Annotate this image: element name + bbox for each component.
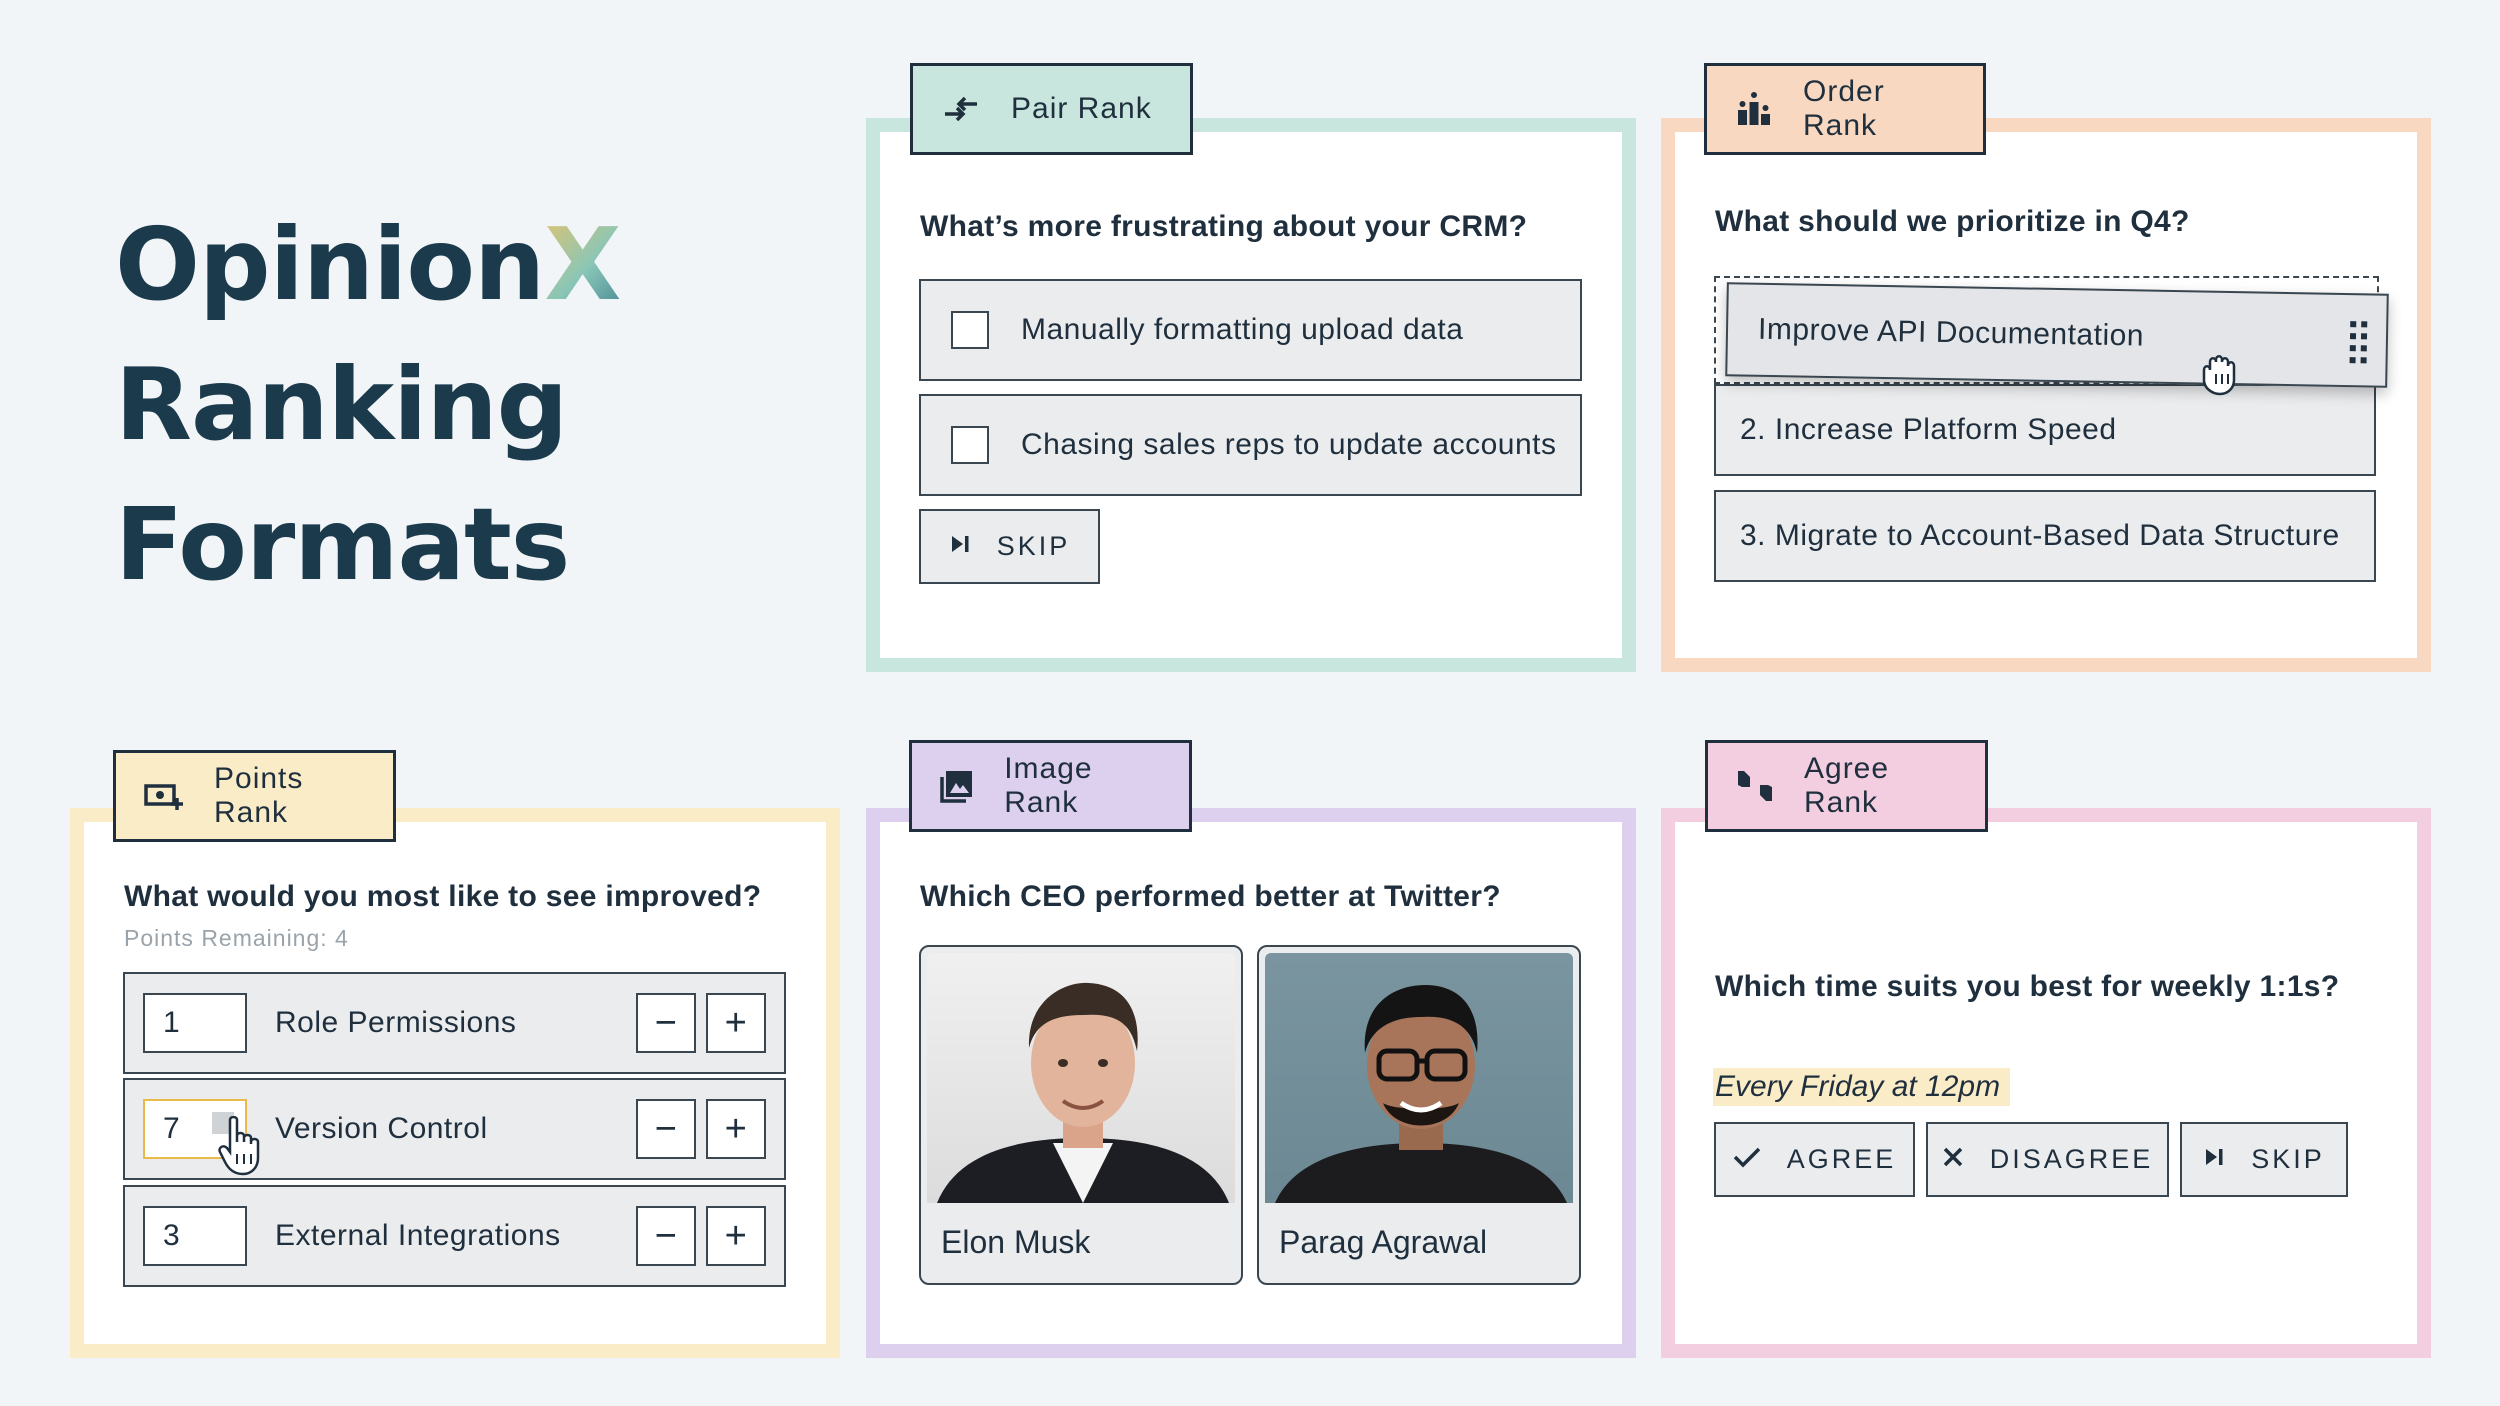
image-option-2[interactable]: Parag Agrawal [1257, 945, 1581, 1285]
pair-skip-label: SKIP [996, 531, 1071, 561]
points-row-1-minus-button[interactable]: − [636, 993, 696, 1053]
points-row-1-input[interactable]: 1 [143, 993, 247, 1053]
image-question: Which CEO performed better at Twitter? [920, 880, 1501, 913]
grab-hand-cursor-icon [2198, 352, 2244, 401]
pair-option-2-checkbox[interactable] [951, 426, 989, 464]
points-row-3-plus-button[interactable]: + [706, 1206, 766, 1266]
points-remaining: Points Remaining: 4 [124, 925, 349, 951]
image-rank-tab-label: Image Rank [1004, 752, 1093, 819]
order-rank-tab-label: Order Rank [1803, 75, 1885, 142]
order-item-dragging[interactable]: Improve API Documentation [1725, 282, 2389, 388]
agree-skip-button[interactable]: SKIP [2180, 1122, 2348, 1197]
points-row-1-label: Role Permissions [275, 1006, 517, 1039]
disagree-button[interactable]: DISAGREE [1926, 1122, 2169, 1197]
agree-skip-label: SKIP [2251, 1144, 2325, 1174]
close-icon [1942, 1144, 1964, 1175]
agree-question: Which time suits you best for weekly 1:1… [1715, 970, 2340, 1003]
skip-icon [2203, 1144, 2225, 1175]
disagree-button-label: DISAGREE [1989, 1144, 2154, 1174]
podium-icon [1735, 89, 1773, 129]
points-row-1-stepper: − + [636, 993, 766, 1053]
image-option-1-label: Elon Musk [941, 1224, 1091, 1260]
agree-statement: Every Friday at 12pm [1713, 1068, 2011, 1106]
order-item-3-label: 3. Migrate to Account-Based Data Structu… [1740, 519, 2340, 552]
pair-option-2[interactable]: Chasing sales reps to update accounts [919, 394, 1582, 496]
order-question: What should we prioritize in Q4? [1715, 205, 2190, 238]
pair-skip-button[interactable]: SKIP [919, 509, 1100, 584]
points-row-2-label: Version Control [275, 1112, 488, 1145]
elon-musk-photo [927, 953, 1235, 1203]
points-row-2-stepper: − + [636, 1099, 766, 1159]
pair-question: What’s more frustrating about your CRM? [920, 210, 1528, 243]
points-row-1-plus-button[interactable]: + [706, 993, 766, 1053]
hero-x-mark: X [544, 206, 621, 323]
points-row-2-plus-button[interactable]: + [706, 1099, 766, 1159]
order-item-dragging-label: Improve API Documentation [1757, 312, 2145, 353]
pair-option-1-checkbox[interactable] [951, 311, 989, 349]
points-row-3: 3 External Integrations − + [123, 1185, 786, 1287]
agree-button-label: AGREE [1786, 1144, 1897, 1174]
pair-rank-tab-label: Pair Rank [1011, 92, 1152, 125]
pair-rank-tab: Pair Rank [910, 63, 1193, 155]
order-item-3[interactable]: 3. Migrate to Account-Based Data Structu… [1714, 490, 2376, 582]
pair-option-1[interactable]: Manually formatting upload data [919, 279, 1582, 381]
money-plus-icon [144, 776, 184, 816]
order-item-2-label: 2. Increase Platform Speed [1740, 413, 2117, 446]
points-row-3-minus-button[interactable]: − [636, 1206, 696, 1266]
hero-title: OpinionX Ranking Formats [115, 195, 621, 615]
image-option-1[interactable]: Elon Musk [919, 945, 1243, 1285]
checkmark-icon [1733, 1144, 1761, 1175]
parag-agrawal-photo [1265, 953, 1573, 1203]
points-rank-tab: Points Rank [113, 750, 396, 842]
skip-icon [949, 531, 971, 562]
points-row-3-label: External Integrations [275, 1219, 561, 1252]
image-rank-tab: Image Rank [909, 740, 1192, 832]
image-icon [940, 766, 974, 806]
hero-word-formats: Formats [115, 486, 570, 603]
order-item-2[interactable]: 2. Increase Platform Speed [1714, 384, 2376, 476]
pair-option-1-label: Manually formatting upload data [1021, 313, 1464, 346]
image-option-2-label: Parag Agrawal [1279, 1224, 1488, 1260]
swap-arrows-icon [941, 89, 981, 129]
points-rank-tab-label: Points Rank [214, 762, 304, 829]
points-row-1: 1 Role Permissions − + [123, 972, 786, 1074]
points-row-3-stepper: − + [636, 1206, 766, 1266]
agree-button[interactable]: AGREE [1714, 1122, 1915, 1197]
thumbs-up-down-icon [1736, 766, 1774, 806]
points-row-2-minus-button[interactable]: − [636, 1099, 696, 1159]
agree-rank-tab: Agree Rank [1705, 740, 1988, 832]
order-rank-tab: Order Rank [1704, 63, 1986, 155]
drag-handle-icon[interactable] [2347, 319, 2370, 375]
points-row-3-input[interactable]: 3 [143, 1206, 247, 1266]
points-question: What would you most like to see improved… [124, 880, 762, 913]
hero-word-opinion: Opinion [115, 206, 545, 323]
pointer-hand-cursor-icon [218, 1115, 276, 1181]
agree-rank-tab-label: Agree Rank [1804, 752, 1890, 819]
pair-option-2-label: Chasing sales reps to update accounts [1021, 428, 1557, 461]
hero-word-ranking: Ranking [115, 346, 568, 463]
